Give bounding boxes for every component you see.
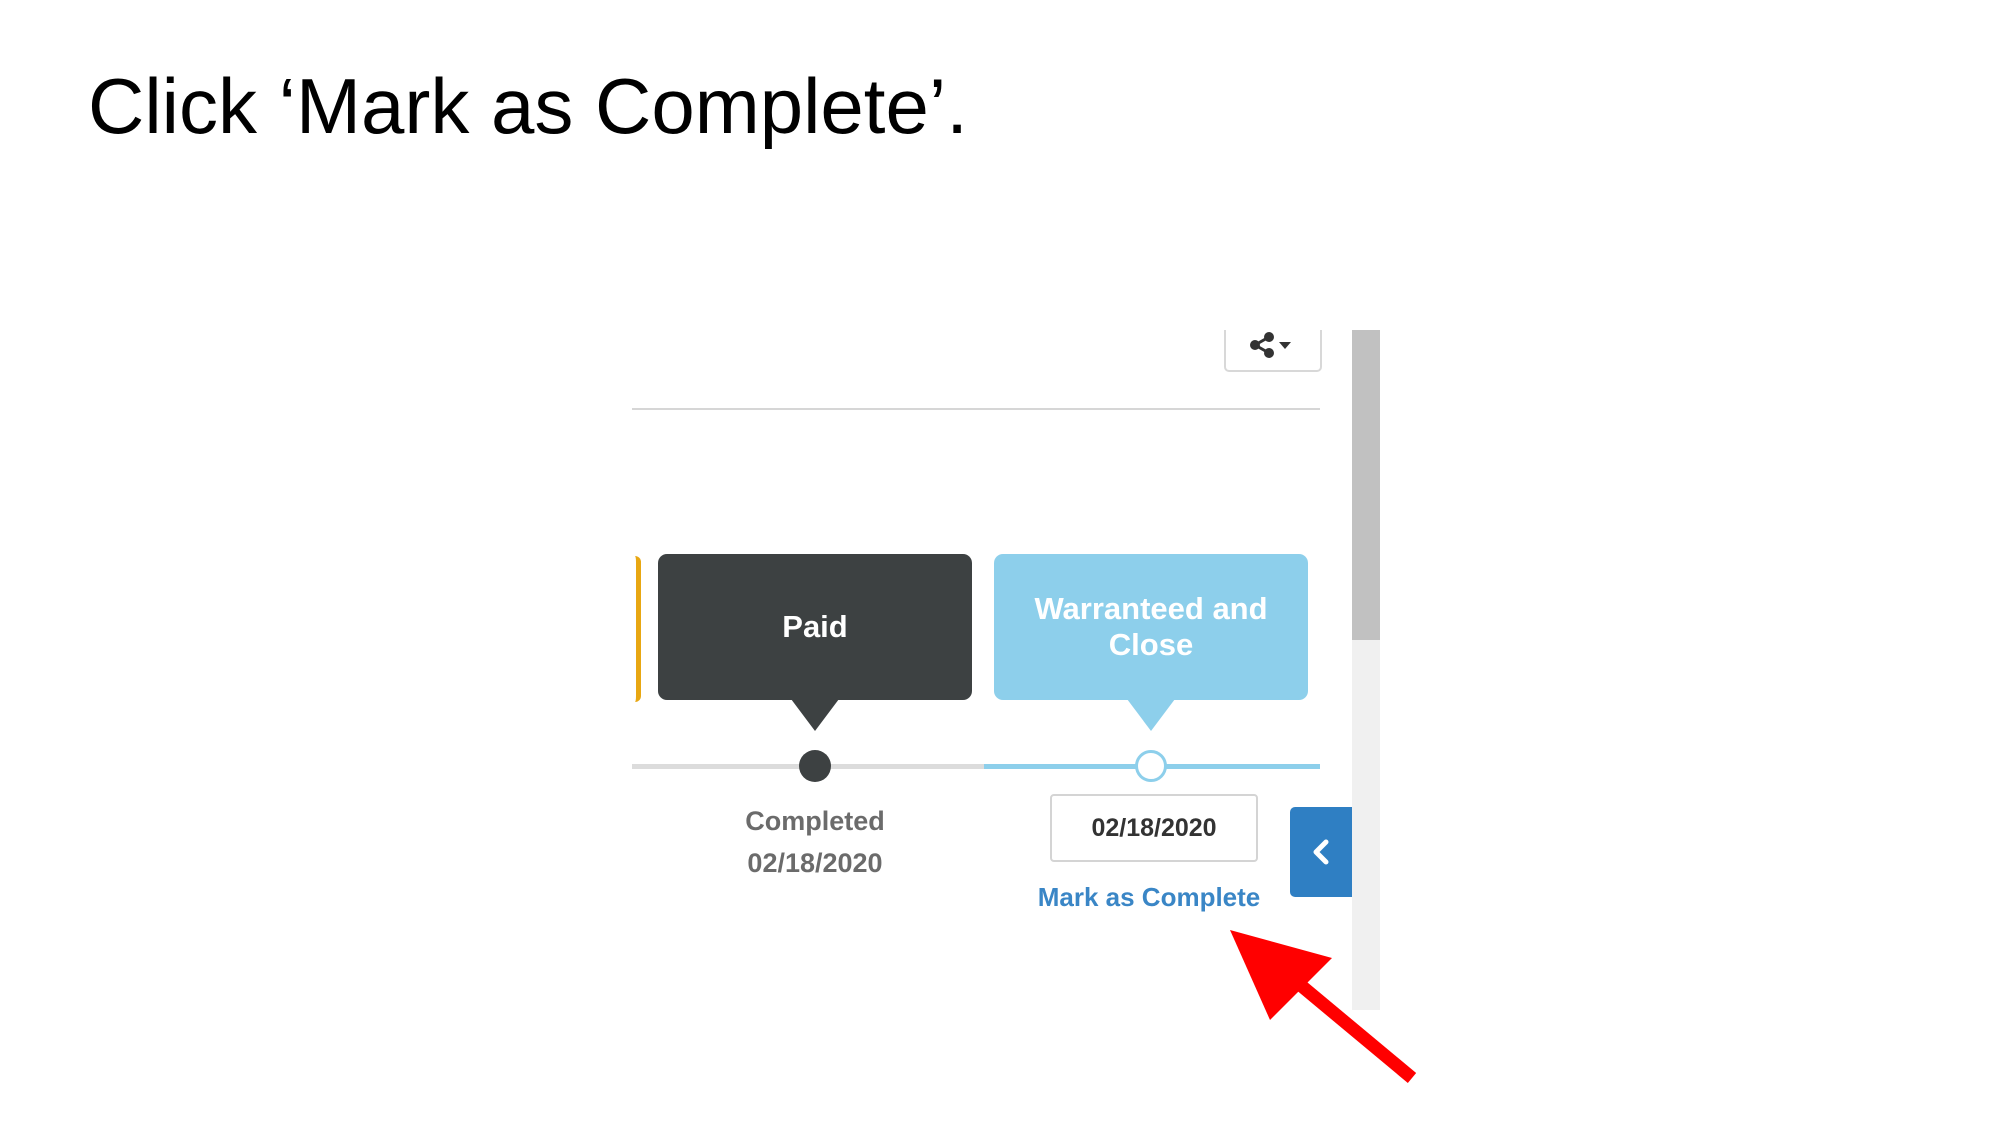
stage-paid-card[interactable]: Paid: [658, 554, 972, 700]
chevron-left-icon: [1313, 839, 1329, 865]
stage-paid-status: Completed 02/18/2020: [688, 800, 942, 884]
stage-paid-status-date: 02/18/2020: [747, 848, 883, 878]
slide-instruction: Click ‘Mark as Complete’.: [88, 62, 968, 150]
stage-warranty-pointer: [1127, 699, 1175, 731]
share-icon: [1250, 332, 1291, 358]
stage-paid-label: Paid: [782, 609, 848, 645]
collapse-panel-button[interactable]: [1290, 807, 1352, 897]
stage-paid-status-text: Completed: [745, 806, 885, 836]
scrollbar-thumb[interactable]: [1352, 330, 1380, 640]
timeline-node-completed: [799, 750, 831, 782]
timeline-node-current: [1135, 750, 1167, 782]
stage-warranty-label: Warranteed and Close: [1034, 591, 1268, 662]
stage-paid-pointer: [791, 699, 839, 731]
caret-down-icon: [1279, 342, 1291, 349]
header-divider: [632, 408, 1320, 410]
stage-warranty-card[interactable]: Warranteed and Close: [994, 554, 1308, 700]
previous-stage-card[interactable]: [632, 556, 641, 702]
vertical-scrollbar[interactable]: [1352, 330, 1380, 1010]
red-arrow-annotation: [1230, 930, 1417, 1083]
share-dropdown-button[interactable]: [1224, 330, 1322, 372]
app-screenshot: Paid Warranteed and Close Completed 02/1…: [632, 330, 1380, 1010]
completion-date-input[interactable]: [1050, 794, 1258, 862]
mark-as-complete-link[interactable]: Mark as Complete: [1024, 882, 1274, 913]
